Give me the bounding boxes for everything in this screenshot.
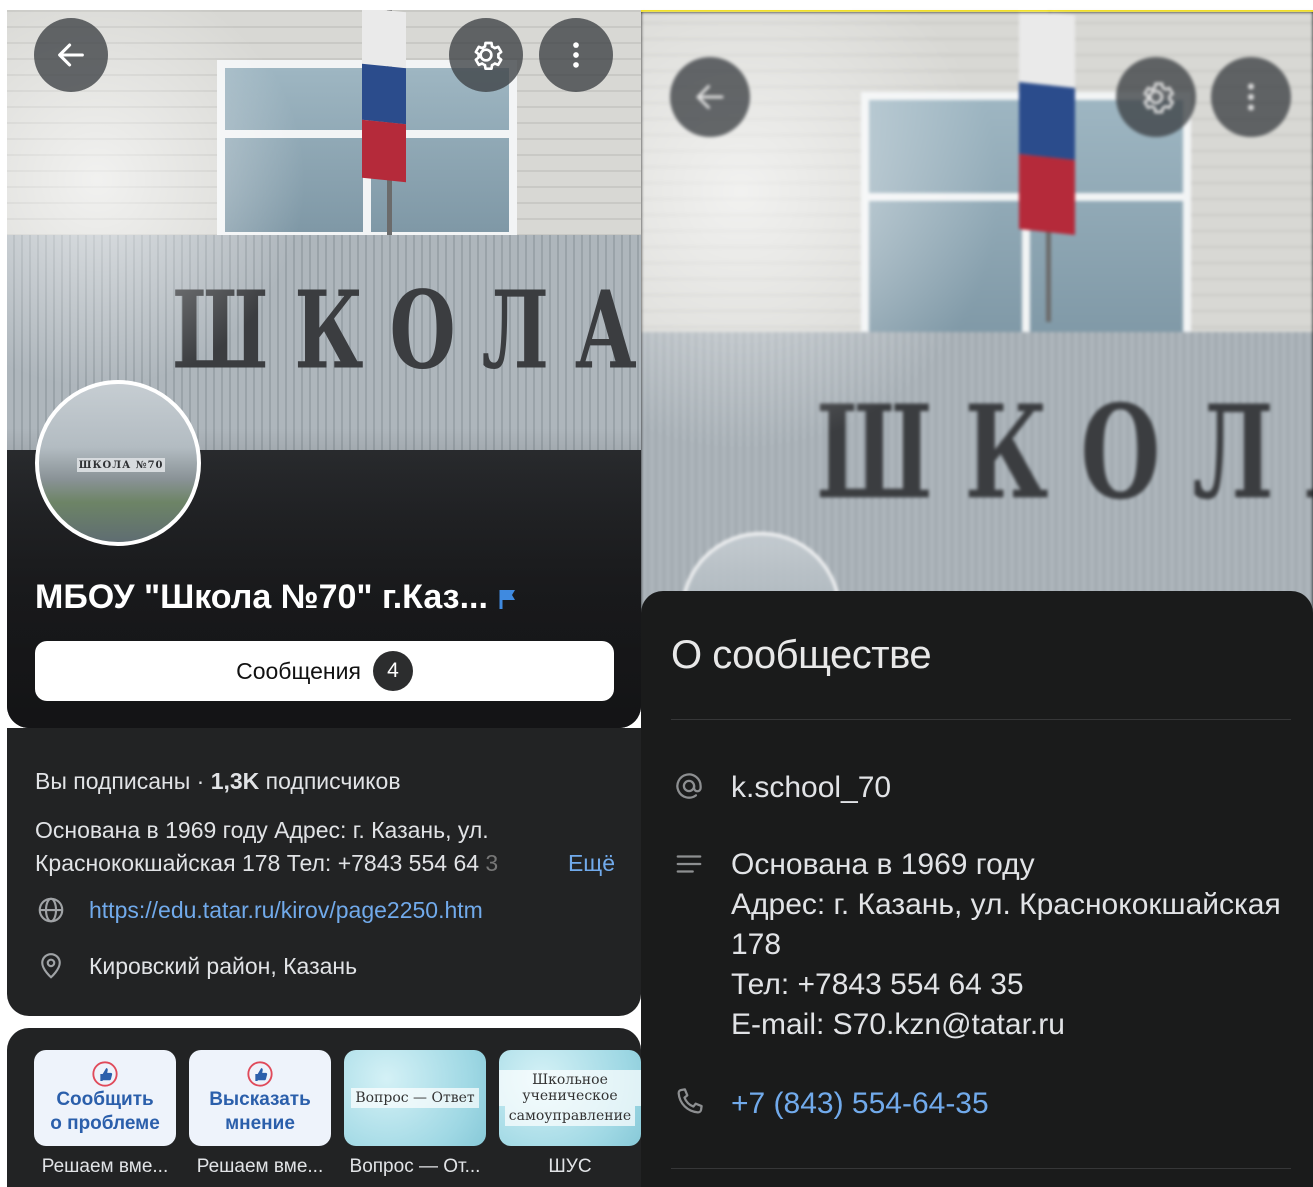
widget-tile: Вопрос — Ответ [344, 1050, 486, 1146]
description-line-2: Краснококшайская 178 Тел: +7843 554 64 [35, 850, 480, 876]
at-icon [671, 768, 707, 804]
more-button[interactable] [539, 18, 613, 92]
about-line: E-mail: S70.kzn@tatar.ru [731, 1008, 1065, 1041]
widget-student-council[interactable]: Школьное ученическое самоуправление ШУС [499, 1050, 641, 1178]
top-edge [641, 0, 1313, 12]
gear-icon [1143, 82, 1175, 114]
cover-flag [1019, 12, 1075, 235]
messages-button-label: Сообщения [236, 657, 361, 684]
settings-button[interactable] [449, 18, 523, 92]
sheet-title: О сообществе [671, 633, 932, 677]
globe-icon [35, 894, 67, 926]
gear-icon [474, 41, 503, 70]
cover-flag [362, 10, 406, 183]
widget-caption: Вопрос — От... [349, 1156, 481, 1177]
back-button[interactable] [34, 18, 108, 92]
sheet-divider [671, 1168, 1291, 1169]
about-community-screen: ШКОЛА О сообществе k.school_70 Основан [641, 0, 1313, 1187]
dots-vertical-icon [573, 42, 579, 68]
show-more-link[interactable]: Ещё [568, 847, 615, 880]
community-avatar[interactable]: ШКОЛА №70 [35, 380, 201, 546]
website-link[interactable]: https://edu.tatar.ru/kirov/page2250.htm [89, 897, 483, 924]
widget-caption: ШУС [548, 1156, 592, 1177]
cover-photo-blurred: ШКОЛА [641, 12, 1313, 632]
widget-share-opinion[interactable]: Высказать мнение Решаем вме... [189, 1050, 331, 1178]
widget-qa[interactable]: Вопрос — Ответ Вопрос — От... [344, 1050, 486, 1178]
widget-tile: Сообщить о проблеме [34, 1050, 176, 1146]
widget-tile-line-1: Вопрос — Ответ [351, 1088, 479, 1108]
messages-button[interactable]: Сообщения 4 [35, 641, 614, 701]
widget-tile: Школьное ученическое самоуправление [499, 1050, 641, 1146]
widget-tile-line-1: Школьное ученическое [499, 1070, 641, 1106]
more-button[interactable] [1211, 57, 1291, 137]
about-line: 178 [731, 928, 782, 961]
description-line-1: Основана в 1969 году Адрес: г. Казань, у… [35, 817, 489, 843]
location-text: Кировский район, Казань [89, 952, 358, 979]
subscribed-label: Вы подписаны [35, 768, 191, 794]
website-row[interactable]: https://edu.tatar.ru/kirov/page2250.htm [35, 894, 483, 926]
community-page: ШКОЛА ШКОЛА №70 МБОУ "Школа №70" г.Каз..… [0, 0, 648, 1187]
about-line: Адрес: г. Казань, ул. Краснококшайская [731, 888, 1281, 921]
cover-photo: ШКОЛА ШКОЛА №70 [7, 10, 641, 728]
flag-icon [499, 590, 515, 610]
subscription-status[interactable]: Вы подписаны · 1,3K подписчиков [35, 768, 401, 795]
sheet-divider [671, 719, 1291, 720]
settings-button[interactable] [1116, 57, 1196, 137]
location-pin-icon [35, 950, 67, 982]
widget-tile-line-1: Высказать [209, 1089, 311, 1110]
subs-separator: · [190, 768, 211, 794]
arrow-left-icon [696, 85, 724, 109]
community-title-text: МБОУ "Школа №70" г.Каз... [35, 578, 488, 616]
widget-tile: Высказать мнение [189, 1050, 331, 1146]
followers-suffix: подписчиков [259, 768, 401, 794]
phone-row[interactable]: +7 (843) 554-64-35 [671, 1084, 989, 1124]
avatar-sign: ШКОЛА №70 [76, 458, 166, 473]
widget-report-problem[interactable]: Сообщить о проблеме Решаем вме... [34, 1050, 176, 1178]
arrow-left-icon [58, 43, 84, 67]
location-row[interactable]: Кировский район, Казань [35, 950, 357, 982]
description-fade: 3 [479, 850, 499, 876]
community-title: МБОУ "Школа №70" г.Каз... [35, 578, 518, 617]
about-line: Тел: +7843 554 64 35 [731, 968, 1024, 1001]
followers-count: 1,3K [210, 768, 260, 794]
phone-link[interactable]: +7 (843) 554-64-35 [731, 1084, 989, 1124]
about-line: Основана в 1969 году [731, 848, 1035, 881]
dots-vertical-icon [1248, 83, 1254, 111]
phone-icon [671, 1084, 707, 1120]
community-description[interactable]: Основана в 1969 году Адрес: г. Казань, у… [35, 814, 625, 880]
thumbs-up-icon [247, 1061, 273, 1087]
widget-tile-line-2: самоуправление [504, 1106, 636, 1126]
about-row: Основана в 1969 году Адрес: г. Казань, у… [671, 845, 1281, 1045]
community-info-card: Вы подписаны · 1,3K подписчиков Основана… [7, 728, 641, 1016]
widgets-strip: Сообщить о проблеме Решаем вме... Высказ… [7, 1028, 641, 1187]
widget-tile-line-1: Сообщить [56, 1089, 154, 1110]
widget-tile-line-2: мнение [225, 1113, 295, 1134]
handle-row[interactable]: k.school_70 [671, 768, 891, 808]
about-text: Основана в 1969 году Адрес: г. Казань, у… [731, 845, 1281, 1045]
about-sheet: О сообществе k.school_70 Основана в 1969… [641, 591, 1313, 1187]
thumbs-up-icon [92, 1061, 118, 1087]
widget-tile-line-2: о проблеме [50, 1113, 160, 1134]
widget-caption: Решаем вме... [196, 1156, 324, 1177]
back-button[interactable] [670, 57, 750, 137]
community-handle: k.school_70 [731, 771, 892, 804]
lines-icon [671, 845, 707, 879]
messages-count-badge: 4 [372, 651, 413, 691]
widget-caption: Решаем вме... [41, 1156, 169, 1177]
